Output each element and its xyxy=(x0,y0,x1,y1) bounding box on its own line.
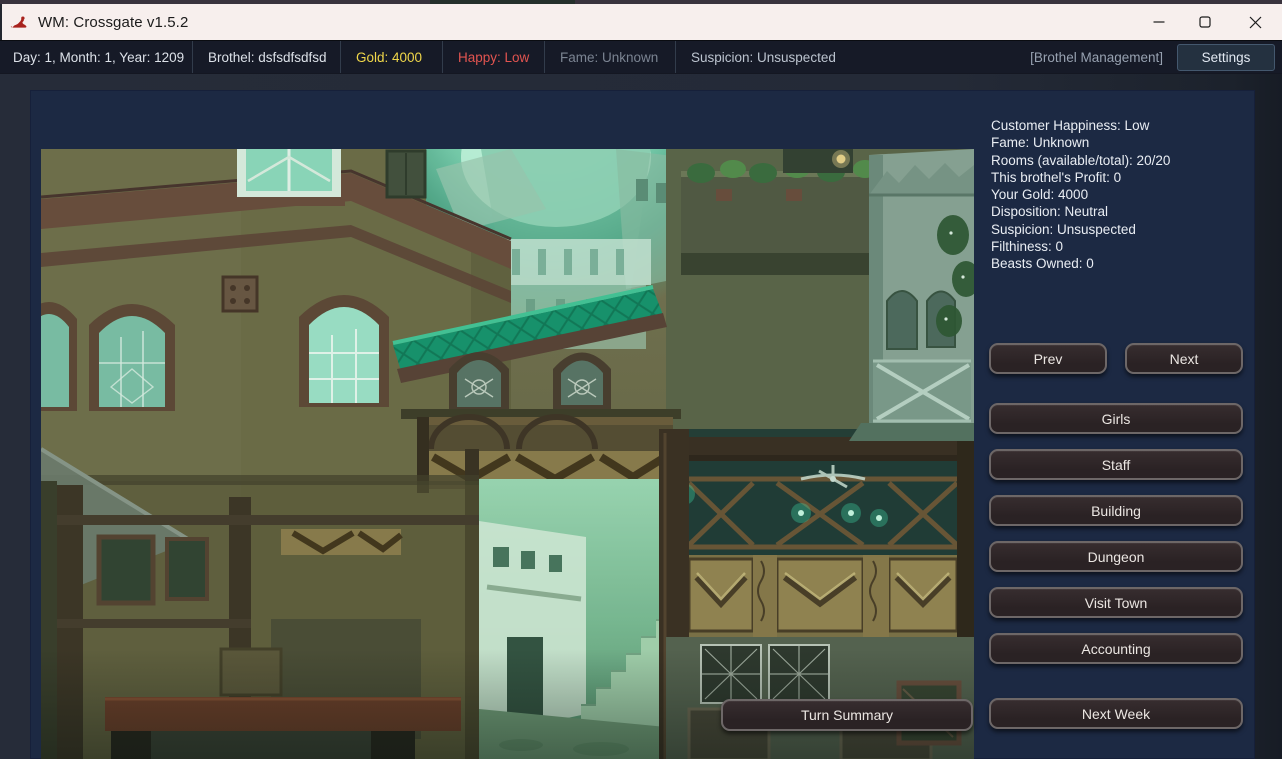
window-left-border xyxy=(0,4,2,40)
status-brothel-name: Brothel: dsfsdfsdfsd xyxy=(208,50,327,65)
status-happiness: Happy: Low xyxy=(458,50,529,65)
next-brothel-button[interactable]: Next xyxy=(1125,343,1243,374)
staff-button[interactable]: Staff xyxy=(989,449,1243,480)
status-gold: Gold: 4000 xyxy=(356,50,422,65)
window-title: WM: Crossgate v1.5.2 xyxy=(38,14,188,31)
prev-brothel-button[interactable]: Prev xyxy=(989,343,1107,374)
stat-filthiness: Filthiness: 0 xyxy=(991,238,1243,255)
workspace-background: Turn Summary Customer Happiness: Low Fam… xyxy=(0,74,1282,759)
stat-gold: Your Gold: 4000 xyxy=(991,186,1243,203)
stat-profit: This brothel's Profit: 0 xyxy=(991,169,1243,186)
window-controls xyxy=(1136,4,1282,40)
app-window: WM: Crossgate v1.5.2 Day: 1, Month: 1, Y… xyxy=(0,0,1282,759)
dungeon-button[interactable]: Dungeon xyxy=(989,541,1243,572)
stat-fame: Fame: Unknown xyxy=(991,134,1243,151)
stat-suspicion: Suspicion: Unsuspected xyxy=(991,221,1243,238)
side-panel: Customer Happiness: Low Fame: Unknown Ro… xyxy=(989,91,1243,759)
titlebar[interactable]: WM: Crossgate v1.5.2 xyxy=(0,4,1282,40)
minimize-button[interactable] xyxy=(1136,4,1182,40)
brothel-stats: Customer Happiness: Low Fame: Unknown Ro… xyxy=(991,117,1243,273)
close-button[interactable] xyxy=(1228,4,1282,40)
app-logo-icon xyxy=(10,13,29,32)
stat-beasts-owned: Beasts Owned: 0 xyxy=(991,255,1243,272)
brothel-scene-art xyxy=(41,149,974,759)
accounting-button[interactable]: Accounting xyxy=(989,633,1243,664)
stat-customer-happiness: Customer Happiness: Low xyxy=(991,117,1243,134)
stat-rooms: Rooms (available/total): 20/20 xyxy=(991,152,1243,169)
statusbar: Day: 1, Month: 1, Year: 1209 Brothel: ds… xyxy=(0,40,1282,74)
girls-button[interactable]: Girls xyxy=(989,403,1243,434)
status-fame: Fame: Unknown xyxy=(560,50,658,65)
maximize-button[interactable] xyxy=(1182,4,1228,40)
building-button[interactable]: Building xyxy=(989,495,1243,526)
settings-button[interactable]: Settings xyxy=(1177,44,1275,71)
status-suspicion: Suspicion: Unsuspected xyxy=(691,50,836,65)
mode-label: [Brothel Management] xyxy=(1030,50,1163,65)
visit-town-button[interactable]: Visit Town xyxy=(989,587,1243,618)
main-panel: Turn Summary Customer Happiness: Low Fam… xyxy=(30,90,1255,759)
next-week-button[interactable]: Next Week xyxy=(989,698,1243,729)
turn-summary-button[interactable]: Turn Summary xyxy=(721,699,973,731)
status-date: Day: 1, Month: 1, Year: 1209 xyxy=(13,50,184,65)
stat-disposition: Disposition: Neutral xyxy=(991,203,1243,220)
